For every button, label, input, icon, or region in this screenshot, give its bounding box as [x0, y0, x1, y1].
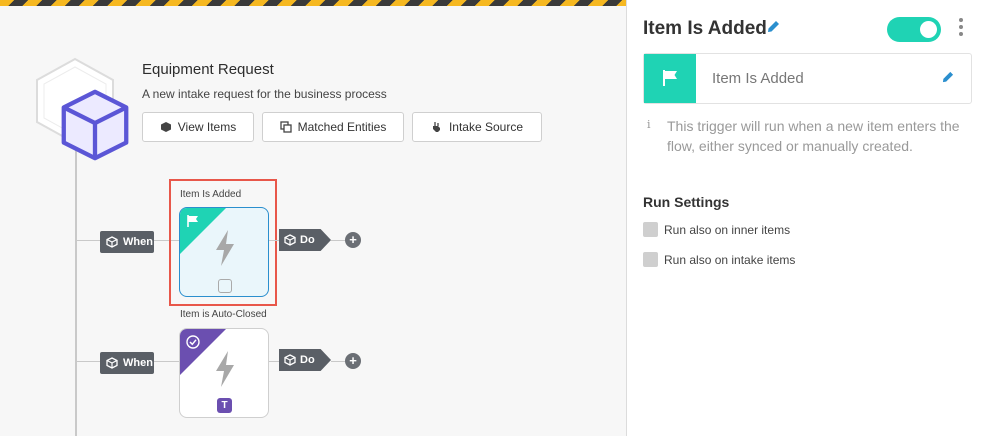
cube-icon [106, 357, 118, 369]
selection-highlight [169, 179, 277, 306]
run-inner-items-checkbox[interactable] [643, 222, 658, 237]
run-intake-items-option[interactable]: Run also on intake items [643, 252, 795, 267]
process-description: A new intake request for the business pr… [142, 87, 387, 101]
do-label: Do [300, 234, 315, 246]
flow-connector [269, 240, 279, 241]
run-inner-items-label: Run also on inner items [664, 222, 791, 237]
add-action-button[interactable]: + [345, 353, 361, 369]
run-settings-title: Run Settings [643, 194, 730, 210]
flow-connector [331, 361, 345, 362]
flow-connector [152, 361, 179, 362]
cube-icon [284, 234, 296, 246]
plug-icon [432, 122, 440, 132]
flow-connector [76, 361, 100, 362]
view-items-label: View Items [177, 120, 237, 134]
run-intake-items-label: Run also on intake items [664, 252, 796, 267]
do-tag[interactable]: Do [279, 229, 331, 251]
trigger-icon-box [644, 54, 696, 103]
trigger-card[interactable]: Item Is Added [643, 53, 972, 104]
info-icon: i [647, 118, 651, 131]
flow-canvas[interactable]: Equipment Request A new intake request f… [0, 0, 626, 436]
template-badge: T [217, 398, 232, 413]
view-items-button[interactable]: View Items [142, 112, 254, 142]
process-title: Equipment Request [142, 61, 274, 78]
cube-icon [284, 354, 296, 366]
trigger-info-text: This trigger will run when a new item en… [667, 118, 960, 154]
when-label: When [123, 357, 153, 369]
flow-connector [269, 361, 279, 362]
pencil-icon[interactable] [942, 71, 954, 83]
trigger-name: Item Is Added [712, 70, 804, 87]
when-label: When [123, 236, 153, 248]
process-icon [34, 57, 129, 161]
add-action-button[interactable]: + [345, 232, 361, 248]
more-options-icon[interactable] [957, 18, 965, 40]
flow-connector [76, 240, 100, 241]
check-circle-icon [186, 335, 200, 349]
when-tag[interactable]: When [100, 231, 154, 253]
copy-icon [279, 121, 292, 133]
trigger-node-item-is-auto-closed[interactable]: T [179, 328, 269, 418]
intake-source-label: Intake Source [448, 120, 524, 134]
flow-connector [331, 240, 345, 241]
hazard-stripe [0, 0, 626, 6]
panel-title: Item Is Added [643, 18, 767, 39]
when-tag[interactable]: When [100, 352, 154, 374]
node-label: Item is Auto-Closed [180, 309, 267, 320]
matched-entities-button[interactable]: Matched Entities [262, 112, 404, 142]
do-tag[interactable]: Do [279, 349, 331, 371]
matched-entities-label: Matched Entities [297, 120, 387, 134]
flow-connector-vertical [75, 140, 77, 436]
intake-source-button[interactable]: Intake Source [412, 112, 542, 142]
cube-icon [106, 236, 118, 248]
lightning-icon [216, 351, 234, 387]
trigger-settings-panel: Item Is Added Item Is Added i This trigg… [626, 0, 981, 436]
trigger-enabled-toggle[interactable] [887, 17, 941, 42]
flag-icon [663, 70, 677, 86]
cube-icon [160, 122, 171, 132]
cube-icon [61, 89, 129, 161]
do-label: Do [300, 354, 315, 366]
run-inner-items-option[interactable]: Run also on inner items [643, 222, 790, 237]
run-intake-items-checkbox[interactable] [643, 252, 658, 267]
toggle-knob [920, 21, 937, 38]
pencil-icon[interactable] [767, 20, 780, 33]
